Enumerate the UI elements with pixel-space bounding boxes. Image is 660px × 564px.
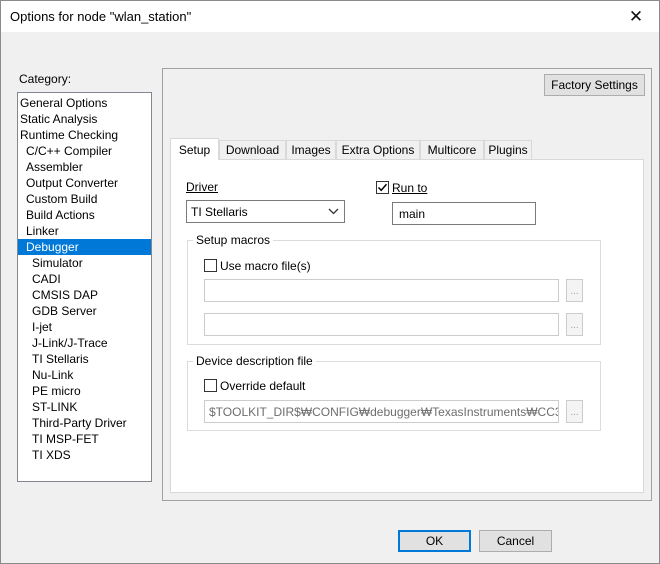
category-item[interactable]: J-Link/J-Trace — [18, 335, 151, 351]
category-item[interactable]: GDB Server — [18, 303, 151, 319]
options-dialog: Options for node "wlan_station" ✕ Catego… — [0, 0, 660, 564]
setup-macros-title: Setup macros — [193, 233, 274, 247]
category-label: Category: — [19, 72, 72, 86]
macro-file-input-2[interactable] — [204, 313, 559, 336]
tab-setup[interactable]: Setup — [170, 138, 219, 160]
category-item[interactable]: CADI — [18, 271, 151, 287]
run-to-label-text: Run to — [392, 181, 428, 195]
ok-button[interactable]: OK — [398, 530, 471, 552]
tab-plugins[interactable]: Plugins — [484, 140, 532, 159]
category-item[interactable]: Output Converter — [18, 175, 151, 191]
category-item[interactable]: I-jet — [18, 319, 151, 335]
tab-images[interactable]: Images — [286, 140, 336, 159]
device-browse-button[interactable]: ... — [566, 400, 583, 423]
category-item[interactable]: CMSIS DAP — [18, 287, 151, 303]
macro-browse-button-1[interactable]: ... — [566, 279, 583, 302]
use-macro-checkbox[interactable] — [204, 259, 217, 272]
category-item[interactable]: Assembler — [18, 159, 151, 175]
category-item[interactable]: TI Stellaris — [18, 351, 151, 367]
tab-multicore[interactable]: Multicore — [420, 140, 484, 159]
close-icon[interactable]: ✕ — [613, 1, 659, 32]
category-item[interactable]: PE micro — [18, 383, 151, 399]
override-default-label-text: Override default — [220, 379, 306, 393]
run-to-checkbox[interactable] — [376, 181, 389, 194]
tab-extra-options[interactable]: Extra Options — [336, 140, 420, 159]
category-item[interactable]: Custom Build — [18, 191, 151, 207]
cancel-button[interactable]: Cancel — [479, 530, 552, 552]
category-item[interactable]: Build Actions — [18, 207, 151, 223]
category-item[interactable]: Static Analysis — [18, 111, 151, 127]
category-item[interactable]: ST-LINK — [18, 399, 151, 415]
override-default-label: Override default — [220, 379, 305, 393]
category-item[interactable]: General Options — [18, 95, 151, 111]
device-description-title: Device description file — [193, 354, 316, 368]
category-item[interactable]: TI MSP-FET — [18, 431, 151, 447]
override-default-checkbox[interactable] — [204, 379, 217, 392]
run-to-label: Run to — [392, 181, 427, 195]
run-to-input[interactable]: main — [392, 202, 536, 225]
setup-macros-title-text: Setup macros — [196, 233, 271, 247]
chevron-down-icon — [328, 208, 339, 215]
category-item[interactable]: Linker — [18, 223, 151, 239]
driver-select-value: TI Stellaris — [191, 204, 248, 219]
category-item[interactable]: Simulator — [18, 255, 151, 271]
macro-file-input-1[interactable] — [204, 279, 559, 302]
use-macro-label: Use macro file(s) — [220, 259, 311, 273]
category-list[interactable]: General Options Static Analysis Runtime Ch… — [17, 92, 152, 482]
title-bar: Options for node "wlan_station" ✕ — [1, 1, 659, 32]
driver-label-text: Driver — [186, 180, 218, 194]
checkmark-icon — [377, 183, 388, 192]
tab-download[interactable]: Download — [219, 140, 286, 159]
category-item[interactable]: TI XDS — [18, 447, 151, 463]
category-item[interactable]: Nu-Link — [18, 367, 151, 383]
category-item[interactable]: Runtime Checking — [18, 127, 151, 143]
macro-browse-button-2[interactable]: ... — [566, 313, 583, 336]
setup-tab-page: Driver TI Stellaris Run to main Setup ma… — [170, 159, 644, 493]
window-title: Options for node "wlan_station" — [10, 9, 192, 24]
device-description-path-input[interactable]: $TOOLKIT_DIR$₩CONFIG₩debugger₩TexasInstr… — [204, 400, 559, 423]
factory-settings-button[interactable]: Factory Settings — [544, 74, 645, 96]
category-item[interactable]: Debugger — [18, 239, 151, 255]
driver-select[interactable]: TI Stellaris — [186, 200, 345, 223]
driver-label: Driver — [186, 180, 218, 194]
category-item[interactable]: Third-Party Driver — [18, 415, 151, 431]
category-item[interactable]: C/C++ Compiler — [18, 143, 151, 159]
use-macro-label-text: Use macro file(s) — [220, 259, 311, 273]
